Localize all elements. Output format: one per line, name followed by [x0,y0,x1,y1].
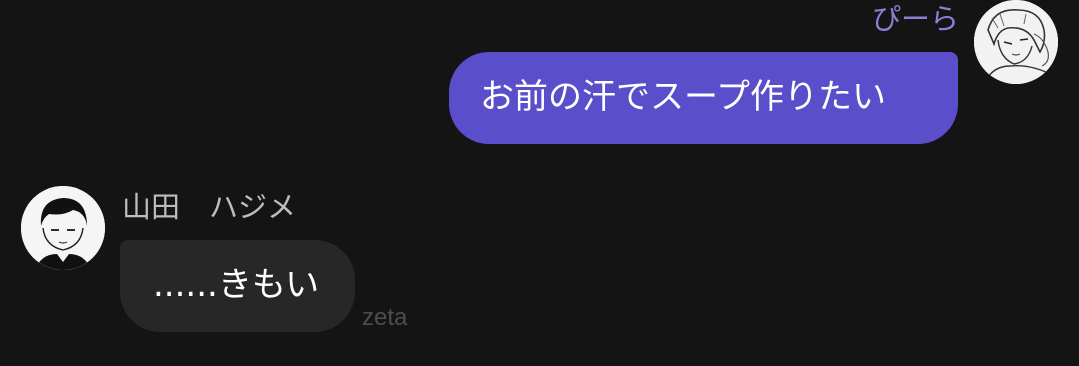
sender-name-other: 山田 ハジメ [122,190,297,224]
character-avatar-icon [21,186,105,270]
character-avatar-icon [974,0,1058,84]
message-bubble-received[interactable]: ......きもい [120,240,355,332]
message-text-received: ......きもい [153,265,320,305]
avatar-other[interactable] [21,186,105,270]
zeta-watermark: zeta [362,304,408,331]
chat-view: ぴーら お前の汗でスープ作りたい 山田 ハジメ ......きもい zeta [0,0,1079,366]
message-text-sent: お前の汗でスープ作りたい [480,77,886,117]
avatar-self[interactable] [974,0,1058,84]
sender-name-self: ぴーら [871,2,959,36]
message-bubble-sent[interactable]: お前の汗でスープ作りたい [449,52,958,144]
